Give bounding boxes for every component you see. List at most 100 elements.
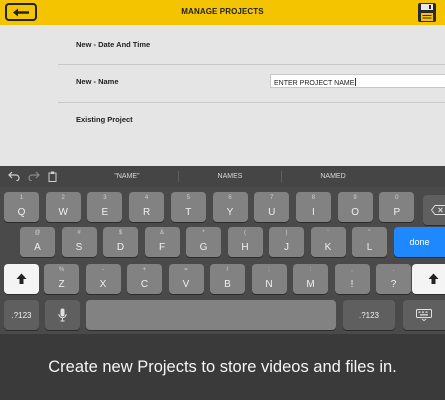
space-bar[interactable]: [86, 300, 336, 330]
key-row1-9[interactable]: 0P: [379, 192, 415, 222]
key-row3-4[interactable]: / B: [210, 264, 245, 294]
paste-icon[interactable]: [48, 171, 58, 182]
shift-arrow-icon: [428, 273, 439, 284]
key-row3-6[interactable]: :M: [293, 264, 328, 294]
key-alt-label: =: [184, 267, 188, 273]
key-alt-label: @: [34, 230, 41, 236]
key-row1-0[interactable]: 1Q: [4, 192, 39, 222]
divider: [58, 102, 445, 103]
key-row2-1[interactable]: # S: [61, 227, 97, 257]
project-name-placeholder: ENTER PROJECT NAME: [274, 80, 355, 87]
key-label: V: [182, 279, 190, 290]
numbers-key-label: .?123: [11, 311, 32, 320]
key-alt-label: /: [226, 267, 229, 273]
key-label: D: [116, 242, 125, 253]
key-row3-1[interactable]: -X: [85, 264, 121, 294]
key-alt-label: 4: [144, 195, 149, 201]
key-label: W: [58, 207, 68, 218]
numbers-key-left[interactable]: .?123: [4, 300, 39, 330]
numbers-key-right[interactable]: .?123: [343, 300, 395, 330]
key-label: Y: [226, 207, 234, 218]
floppy-disk-icon[interactable]: [416, 2, 438, 23]
key-alt-label: -: [102, 267, 104, 273]
caption-text: Create new Projects to store videos and …: [48, 358, 397, 376]
project-options: New - Date And Time New - Name ENTER PRO…: [0, 25, 445, 166]
divider: [58, 64, 445, 65]
key-label: !: [350, 279, 354, 290]
key-row2-7[interactable]: ' K: [310, 227, 346, 257]
key-alt-label: %: [58, 267, 65, 273]
key-row1-7[interactable]: 8I: [295, 192, 331, 222]
key-label: T: [185, 207, 192, 218]
keyboard-icon: [416, 309, 432, 321]
key-row3-2[interactable]: + C: [127, 264, 162, 294]
key-row1-3[interactable]: 4R: [129, 192, 165, 222]
suggestion-separator: [178, 171, 179, 182]
shift-arrow-icon: [16, 273, 27, 284]
key-row1-2[interactable]: 3E: [87, 192, 123, 222]
shift-key-right[interactable]: [412, 264, 445, 294]
key-label: X: [99, 279, 107, 290]
key-row1-4[interactable]: 5T: [170, 192, 206, 222]
key-row2-0[interactable]: @ A: [20, 227, 55, 257]
key-alt-label: 6: [228, 195, 232, 201]
done-key[interactable]: done: [394, 227, 445, 257]
key-row2-4[interactable]: * G: [186, 227, 221, 257]
existing-project-option[interactable]: Existing Project: [76, 115, 133, 124]
key-label: I: [312, 207, 315, 218]
key-label: U: [268, 207, 276, 218]
key-alt-label: 5: [186, 195, 190, 201]
key-alt-label: 0: [395, 195, 399, 201]
dictation-key[interactable]: [45, 300, 80, 330]
shift-key-left[interactable]: [4, 264, 39, 294]
key-label: O: [351, 207, 359, 218]
key-label: C: [140, 279, 149, 290]
new-date-time-option[interactable]: New - Date And Time: [76, 40, 150, 49]
hide-keyboard-key[interactable]: [403, 300, 445, 330]
key-label: G: [199, 242, 208, 253]
key-row1-8[interactable]: 9O: [337, 192, 373, 222]
key-alt-label: $: [118, 230, 123, 236]
key-row2-6[interactable]: ) J: [269, 227, 304, 257]
suggestion-2[interactable]: NAMES: [185, 173, 275, 180]
key-row1-5[interactable]: 6Y: [212, 192, 248, 222]
key-alt-label: (: [244, 230, 246, 236]
key-row3-7[interactable]: ,!: [334, 264, 370, 294]
suggestion-1[interactable]: "NAME": [82, 173, 172, 180]
key-row2-5[interactable]: (H: [227, 227, 263, 257]
header-bar: MANAGE PROJECTS: [0, 0, 445, 25]
onscreen-keyboard: "NAME" NAMES NAMED 1Q2W3E4R5T6Y7U8I9O0P …: [0, 166, 445, 334]
key-row3-5[interactable]: ; N: [251, 264, 287, 294]
key-row3-3[interactable]: = V: [168, 264, 204, 294]
key-label: A: [34, 242, 41, 253]
project-name-input[interactable]: ENTER PROJECT NAME: [270, 74, 445, 88]
key-row2-8[interactable]: " L: [352, 227, 387, 257]
new-name-option[interactable]: New - Name: [76, 77, 119, 86]
key-alt-label: :: [309, 267, 312, 273]
microphone-icon: [58, 308, 67, 322]
key-row3-0[interactable]: % Z: [44, 264, 79, 294]
key-label: L: [366, 242, 373, 253]
key-alt-label: +: [142, 267, 147, 273]
key-row1-1[interactable]: 2W: [45, 192, 81, 222]
key-label: B: [224, 279, 231, 290]
key-alt-label: &: [159, 230, 164, 236]
key-row1-6[interactable]: 7U: [254, 192, 290, 222]
key-label: M: [306, 279, 315, 290]
key-row3-8[interactable]: .?: [376, 264, 411, 294]
page-title: MANAGE PROJECTS: [181, 7, 264, 16]
backspace-icon: [431, 205, 445, 215]
key-label: N: [265, 279, 273, 290]
suggestion-3[interactable]: NAMED: [288, 173, 378, 180]
key-label: R: [142, 207, 151, 218]
delete-key[interactable]: [423, 195, 445, 225]
key-row2-2[interactable]: $ D: [103, 227, 138, 257]
undo-icon[interactable]: [8, 171, 20, 181]
key-alt-label: 8: [311, 195, 316, 201]
key-label: P: [393, 207, 401, 218]
key-alt-label: .: [392, 267, 395, 273]
key-row2-3[interactable]: & F: [144, 227, 180, 257]
key-label: K: [324, 242, 332, 253]
key-label: F: [158, 242, 166, 253]
redo-icon[interactable]: [28, 171, 40, 181]
